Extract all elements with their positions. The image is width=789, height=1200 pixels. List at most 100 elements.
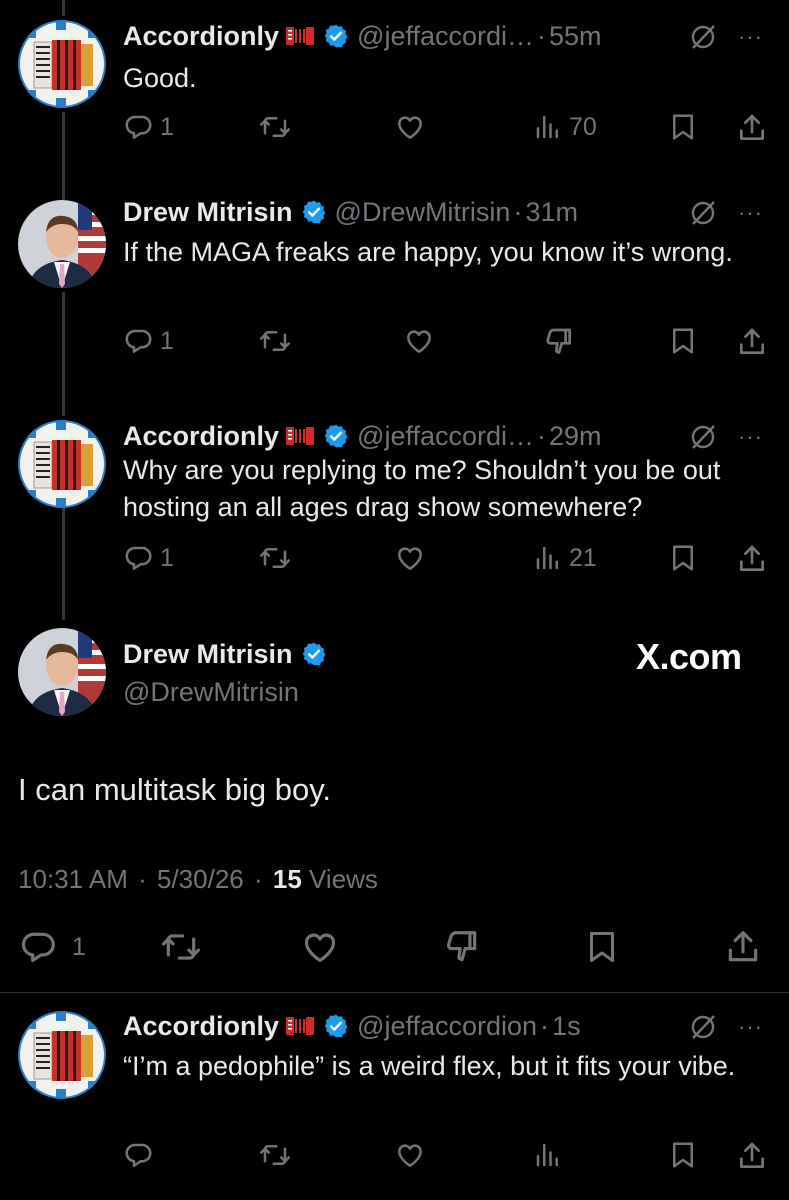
x-com-watermark: X.com [636,636,742,677]
like-button[interactable] [393,112,427,142]
tweet-actions: 1 21 [0,543,789,583]
display-name[interactable]: Accordionly [123,1011,279,1042]
accordion-emoji-icon [286,27,315,45]
like-icon [407,330,431,353]
user-handle[interactable]: @jeffaccordi… [357,21,534,52]
like-icon [398,116,422,139]
share-button[interactable] [736,543,768,575]
display-name[interactable]: Drew Mitrisin [123,197,293,228]
share-button[interactable] [736,326,768,358]
views-label[interactable]: Views [309,864,378,894]
verified-badge-icon [324,24,348,48]
avatar-drew[interactable] [18,200,106,288]
display-name[interactable]: Drew Mitrisin [123,639,293,670]
tweet-meta: 10:31 AM · 5/30/26 · 15 Views [18,864,378,895]
reply-button[interactable]: 1 [124,112,174,142]
more-options-button[interactable]: ··· [738,1014,763,1040]
tweet-timestamp[interactable]: 31m [525,197,578,228]
accordion-emoji-icon [286,427,315,445]
like-button[interactable] [393,1140,427,1170]
tweet-text: I can multitask big boy. [18,772,332,807]
reply-button[interactable]: 1 [20,928,86,966]
more-options-button[interactable]: ··· [738,24,763,50]
tweet-timestamp[interactable]: 55m [549,21,602,52]
views-button[interactable] [533,1140,563,1170]
grok-icon[interactable] [688,1012,718,1042]
retweet-button[interactable] [258,326,292,356]
retweet-icon [260,1145,290,1165]
avatar-accordionly[interactable] [18,20,106,108]
accordion-avatar-icon [18,1011,106,1099]
display-name[interactable]: Accordionly [123,21,279,52]
bookmark-button[interactable] [668,1140,698,1170]
avatar-accordionly[interactable] [18,420,106,508]
like-button[interactable] [393,543,427,573]
tweet-text: Why are you replying to me? Shouldn’t yo… [123,455,721,522]
tweet-date[interactable]: 5/30/26 [157,864,244,894]
user-handle[interactable]: @jeffaccordi… [357,421,534,452]
bookmark-button[interactable] [668,326,698,356]
share-button[interactable] [736,112,768,144]
tweet-header: Accordionly @jeffaccordion · 1s [123,1006,581,1046]
user-handle-row: @DrewMitrisin [123,672,299,712]
bookmark-icon [590,932,614,962]
display-name[interactable]: Accordionly [123,421,279,452]
share-button[interactable] [724,928,762,966]
share-button[interactable] [736,1140,768,1172]
views-button[interactable]: 21 [533,543,597,573]
tweet-header: Drew Mitrisin @DrewMitrisin · 31m [123,192,578,232]
more-options-button[interactable]: ··· [738,200,763,226]
retweet-button[interactable] [258,112,292,142]
tweet-drew-1[interactable]: Drew Mitrisin @DrewMitrisin · 31m ··· If… [0,180,789,410]
tweet-accordionly-1[interactable]: Accordionly @jeffaccordi… · 55m ··· Good… [0,0,789,180]
like-button[interactable] [402,326,436,356]
grok-icon[interactable] [688,22,718,52]
downvote-button[interactable] [543,326,575,358]
bookmark-button[interactable] [668,543,698,573]
verified-badge-icon [302,200,325,224]
bookmark-button[interactable] [668,112,698,142]
tweet-timestamp[interactable]: 1s [552,1011,581,1042]
accordion-avatar-icon [18,420,106,508]
downvote-button[interactable] [443,928,481,966]
user-handle[interactable]: @jeffaccordion [357,1011,537,1042]
reply-button[interactable] [124,1140,154,1170]
like-icon [398,547,422,570]
grok-icon[interactable] [688,198,718,228]
avatar-accordionly[interactable] [18,1011,106,1099]
user-handle[interactable]: @DrewMitrisin [335,197,511,228]
like-button[interactable] [300,928,340,966]
retweet-icon [260,117,290,137]
downvote-icon [447,931,477,962]
tweet-timestamp[interactable]: 29m [549,421,602,452]
views-icon [536,115,558,139]
verified-badge-icon [324,1014,348,1038]
views-count: 15 [272,864,302,894]
views-button[interactable]: 70 [533,112,597,142]
reply-button[interactable]: 1 [124,326,174,356]
accordion-emoji-icon [286,1017,315,1035]
tweet-actions: 1 [0,326,789,366]
more-options-button[interactable]: ··· [738,424,763,450]
grok-icon[interactable] [688,422,718,452]
tweet-header: Accordionly @jeffaccordi… · 55m [123,16,602,56]
main-tweet[interactable]: Drew Mitrisin @DrewMitrisin X.com I can … [0,620,789,992]
tweet-time[interactable]: 10:31 AM [18,864,128,894]
reply-count: 1 [160,112,174,141]
tweet-header: Drew Mitrisin [123,634,327,674]
retweet-button[interactable] [160,928,202,966]
downvote-icon [546,328,571,354]
avatar-drew[interactable] [18,628,106,716]
retweet-button[interactable] [258,1140,292,1170]
retweet-button[interactable] [258,543,292,573]
user-handle[interactable]: @DrewMitrisin [123,677,299,708]
reply-icon [125,115,152,139]
tweet-header: Accordionly @jeffaccordi… · 29m [123,416,602,456]
tweet-text: Good. [123,63,197,93]
reply-button[interactable]: 1 [124,543,174,573]
bookmark-button[interactable] [584,928,620,966]
verified-badge-icon [324,424,348,448]
tweet-accordionly-2[interactable]: Accordionly @jeffaccordi… · 29m ··· Why … [0,410,789,620]
separator-dot: · [540,1010,550,1041]
reply-tweet-accordionly[interactable]: Accordionly @jeffaccordion · 1s ··· “I’m… [0,993,789,1200]
